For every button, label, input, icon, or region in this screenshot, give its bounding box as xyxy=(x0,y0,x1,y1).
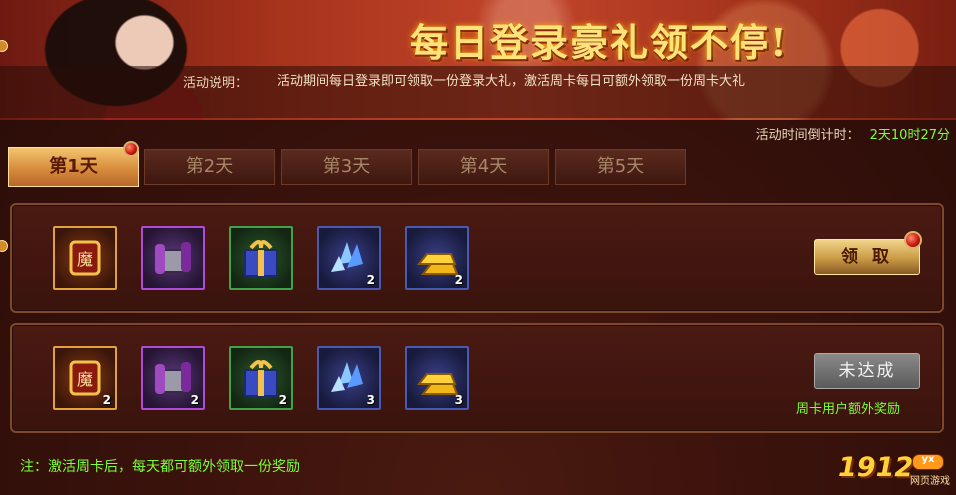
tab-day-4[interactable]: 第4天 xyxy=(418,149,549,185)
svg-text:魔: 魔 xyxy=(77,250,93,269)
banner: 每日登录豪礼领不停! 活动说明： 活动期间每日登录即可领取一份登录大礼，激活周卡… xyxy=(0,0,956,120)
claim-button[interactable]: 领 取 xyxy=(814,239,920,275)
tab-day-2[interactable]: 第2天 xyxy=(144,149,275,185)
daily-login-panel: 每日登录豪礼领不停! 活动说明： 活动期间每日登录即可领取一份登录大礼，激活周卡… xyxy=(0,0,956,495)
countdown: 活动时间倒计时： 2天10时27分 xyxy=(756,124,950,143)
notification-dot-icon xyxy=(123,141,139,157)
site-logo: 1912 yx 网页游戏 xyxy=(838,452,950,490)
medal-icon: 魔 xyxy=(69,240,101,276)
logo-badge: yx xyxy=(912,454,944,470)
not-achieved-button[interactable]: 未达成 xyxy=(814,353,920,389)
description-text: 活动期间每日登录即可领取一份登录大礼，激活周卡每日可额外领取一份周卡大礼 xyxy=(277,74,746,89)
reward-slot[interactable] xyxy=(141,226,205,290)
reward-slot[interactable]: 2 xyxy=(141,346,205,410)
reward-slot[interactable] xyxy=(229,226,293,290)
notification-dot-icon xyxy=(904,231,922,249)
countdown-value: 2天10时27分 xyxy=(869,128,950,143)
banner-headline: 每日登录豪礼领不停! xyxy=(410,20,789,65)
reward-slot[interactable]: 魔 xyxy=(53,226,117,290)
countdown-label: 活动时间倒计时： xyxy=(755,128,860,143)
footer-note: 注：激活周卡后，每天都可额外领取一份奖励 xyxy=(20,459,300,475)
edge-ornament xyxy=(0,240,8,252)
reward-slot[interactable]: 2 xyxy=(229,346,293,410)
reward-slot[interactable]: 2 xyxy=(317,226,381,290)
weekcard-note: 周卡用户额外奖励 xyxy=(796,402,901,417)
reward-slot[interactable]: 3 xyxy=(405,346,469,410)
daily-reward-panel: 魔 2 2 领 取 xyxy=(10,203,944,313)
gift-box-icon xyxy=(244,240,278,277)
logo-subtitle: 网页游戏 xyxy=(910,476,950,487)
logo-number: 1912 xyxy=(838,452,914,483)
reward-slot[interactable]: 3 xyxy=(317,346,381,410)
svg-text:魔: 魔 xyxy=(77,370,93,389)
scroll-icon xyxy=(155,242,191,274)
description-label: 活动说明： xyxy=(183,76,249,91)
tab-day-1[interactable]: 第1天 xyxy=(8,147,139,187)
tab-day-5[interactable]: 第5天 xyxy=(555,149,686,185)
reward-slot[interactable]: 魔 2 xyxy=(53,346,117,410)
reward-slot[interactable]: 2 xyxy=(405,226,469,290)
tab-day-3[interactable]: 第3天 xyxy=(281,149,412,185)
